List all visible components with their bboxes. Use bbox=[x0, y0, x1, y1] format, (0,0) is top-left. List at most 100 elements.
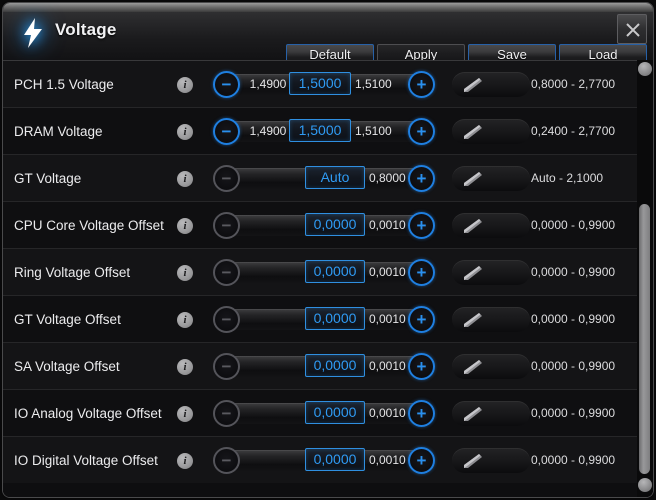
decrement-button[interactable]: − bbox=[213, 306, 240, 333]
edit-field[interactable] bbox=[452, 401, 530, 426]
value-input[interactable]: 1,5000 bbox=[289, 72, 351, 95]
edit-field[interactable] bbox=[452, 260, 530, 285]
decrement-button[interactable]: − bbox=[213, 400, 240, 427]
row-label: GT Voltage bbox=[14, 171, 82, 186]
row-label: Ring Voltage Offset bbox=[14, 265, 131, 280]
pencil-icon bbox=[464, 78, 482, 92]
info-icon[interactable]: i bbox=[177, 218, 193, 234]
plus-icon: + bbox=[416, 216, 427, 235]
scroll-down-button[interactable] bbox=[638, 478, 652, 492]
value-next: 1,5100 bbox=[355, 124, 392, 138]
value-previous bbox=[239, 169, 297, 188]
value-previous bbox=[239, 310, 297, 329]
settings-row: GT Voltage Offset i −0,0000 0,0010 +0,0000 -… bbox=[3, 295, 637, 342]
plus-icon: + bbox=[416, 404, 427, 423]
value-previous bbox=[239, 216, 297, 235]
edit-field[interactable] bbox=[452, 448, 530, 473]
minus-icon: − bbox=[221, 404, 232, 423]
value-input[interactable]: 1,5000 bbox=[289, 119, 351, 142]
minus-icon: − bbox=[221, 263, 232, 282]
scroll-up-button[interactable] bbox=[638, 62, 652, 76]
increment-button[interactable]: + bbox=[408, 400, 435, 427]
edit-field[interactable] bbox=[452, 166, 530, 191]
settings-row: PCH 1.5 Voltage i −1,4900 1,5000 1,5100 +0,80… bbox=[3, 60, 637, 107]
pencil-icon bbox=[464, 266, 482, 280]
row-label: GT Voltage Offset bbox=[14, 312, 121, 327]
minus-icon: − bbox=[221, 357, 232, 376]
decrement-button[interactable]: − bbox=[213, 212, 240, 239]
value-input[interactable]: 0,0000 bbox=[305, 401, 365, 424]
value-input[interactable]: 0,0000 bbox=[305, 448, 365, 471]
window-frame: Voltage Default Apply Save Load OVERCLOC… bbox=[3, 3, 653, 497]
decrement-button[interactable]: − bbox=[213, 447, 240, 474]
value-stepper: −0,0000 0,0010 + bbox=[213, 399, 435, 428]
minus-icon: − bbox=[221, 216, 232, 235]
info-icon[interactable]: i bbox=[177, 77, 193, 93]
info-icon[interactable]: i bbox=[177, 124, 193, 140]
value-input[interactable]: 0,0000 bbox=[305, 260, 365, 283]
value-next: 1,5100 bbox=[355, 77, 392, 91]
pencil-icon bbox=[464, 313, 482, 327]
settings-row: Ring Voltage Offset i −0,0000 0,0010 +0,0000… bbox=[3, 248, 637, 295]
value-input[interactable]: Auto bbox=[305, 166, 365, 189]
value-input[interactable]: 0,0000 bbox=[305, 307, 365, 330]
scrollbar[interactable] bbox=[637, 60, 653, 497]
settings-row: GT Voltage i − Auto 0,8000 + Auto - 2,1000 bbox=[3, 154, 637, 201]
window-top-strip bbox=[3, 3, 653, 12]
minus-icon: − bbox=[221, 310, 232, 329]
row-label: DRAM Voltage bbox=[14, 124, 103, 139]
info-icon[interactable]: i bbox=[177, 265, 193, 281]
plus-icon: + bbox=[416, 75, 427, 94]
info-icon[interactable]: i bbox=[177, 171, 193, 187]
decrement-button[interactable]: − bbox=[213, 165, 240, 192]
decrement-button[interactable]: − bbox=[213, 259, 240, 286]
settings-row: IO Analog Voltage Offset i −0,0000 0,0010 +0… bbox=[3, 389, 637, 436]
settings-row: SA Voltage Offset i −0,0000 0,0010 +0,0000 -… bbox=[3, 342, 637, 389]
minus-icon: − bbox=[221, 169, 232, 188]
value-previous bbox=[239, 263, 297, 282]
edit-field[interactable] bbox=[452, 72, 530, 97]
value-stepper: −0,0000 0,0010 + bbox=[213, 305, 435, 334]
info-icon[interactable]: i bbox=[177, 453, 193, 469]
value-input[interactable]: 0,0000 bbox=[305, 213, 365, 236]
settings-list: OVERCLOCKERS.UA PCH 1.5 Voltagei−1,49001… bbox=[3, 60, 653, 497]
increment-button[interactable]: + bbox=[408, 212, 435, 239]
settings-row: CPU Core Voltage Offset i −0,0000 0,0010 +0,… bbox=[3, 201, 637, 248]
range-text: 0,0000 - 0,9900 bbox=[531, 218, 616, 232]
info-icon[interactable]: i bbox=[177, 359, 193, 375]
increment-button[interactable]: + bbox=[408, 306, 435, 333]
increment-button[interactable]: + bbox=[408, 353, 435, 380]
edit-field[interactable] bbox=[452, 213, 530, 238]
page-title: Voltage bbox=[55, 20, 117, 39]
scrollbar-thumb[interactable] bbox=[639, 204, 650, 474]
info-icon[interactable]: i bbox=[177, 406, 193, 422]
close-button[interactable] bbox=[617, 14, 647, 44]
row-label: SA Voltage Offset bbox=[14, 359, 120, 374]
edit-field[interactable] bbox=[452, 354, 530, 379]
decrement-button[interactable]: − bbox=[213, 353, 240, 380]
minus-icon: − bbox=[221, 451, 232, 470]
value-input[interactable]: 0,0000 bbox=[305, 354, 365, 377]
range-text: 0,2400 - 2,7700 bbox=[531, 124, 616, 138]
increment-button[interactable]: + bbox=[408, 259, 435, 286]
decrement-button[interactable]: − bbox=[213, 71, 240, 98]
voltage-window: Voltage Default Apply Save Load OVERCLOC… bbox=[0, 0, 656, 500]
plus-icon: + bbox=[416, 263, 427, 282]
settings-row: IO Digital Voltage Offset i −0,0000 0,0010 +… bbox=[3, 436, 637, 483]
range-text: 0,0000 - 0,9900 bbox=[531, 359, 616, 373]
increment-button[interactable]: + bbox=[408, 118, 435, 145]
value-stepper: −0,0000 0,0010 + bbox=[213, 352, 435, 381]
increment-button[interactable]: + bbox=[408, 71, 435, 98]
minus-icon: − bbox=[221, 75, 232, 94]
decrement-button[interactable]: − bbox=[213, 118, 240, 145]
edit-field[interactable] bbox=[452, 307, 530, 332]
edit-field[interactable] bbox=[452, 119, 530, 144]
increment-button[interactable]: + bbox=[408, 165, 435, 192]
value-stepper: −1,4900 1,5000 1,5100 + bbox=[213, 117, 435, 146]
info-icon[interactable]: i bbox=[177, 312, 193, 328]
increment-button[interactable]: + bbox=[408, 447, 435, 474]
value-stepper: −1,4900 1,5000 1,5100 + bbox=[213, 70, 435, 99]
range-text: Auto - 2,1000 bbox=[531, 171, 604, 185]
value-previous bbox=[239, 404, 297, 423]
range-text: 0,0000 - 0,9900 bbox=[531, 265, 616, 279]
